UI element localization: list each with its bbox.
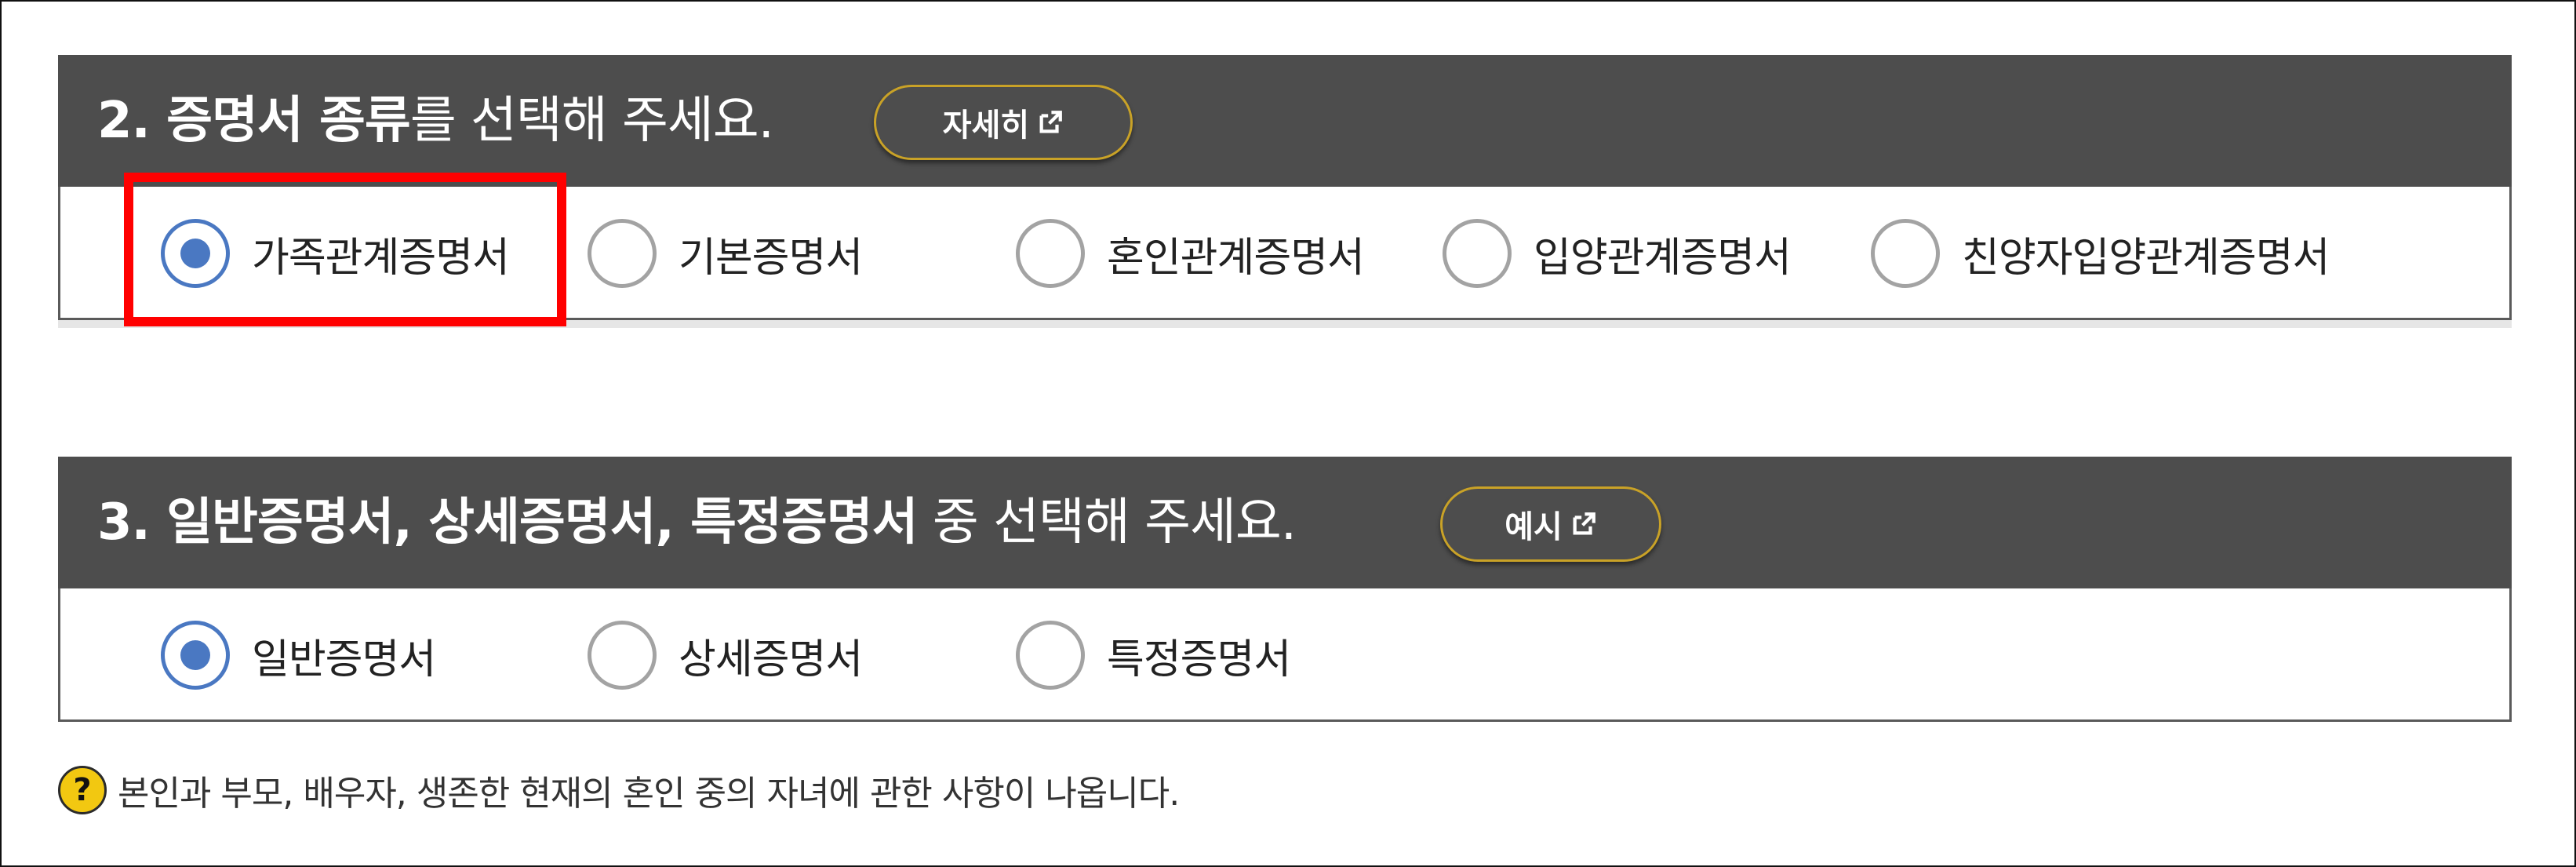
option-marriage-relation[interactable]: 혼인관계증명서 [1016,187,1365,320]
help-note-text: 본인과 부모, 배우자, 생존한 현재의 혼인 중의 자녀에 관한 사항이 나옵… [118,774,1180,814]
radio-detailed[interactable] [588,621,657,690]
help-note: ? 본인과 부모, 배우자, 생존한 현재의 혼인 중의 자녀에 관한 사항이 … [58,763,1180,818]
certificate-scope-section: 3. 일반증명서, 상세증명서, 특정증명서 중 선택해 주세요. 예시 일반증… [58,457,2512,723]
option-label: 혼인관계증명서 [1107,234,1365,282]
example-button-label: 예시 [1504,509,1563,545]
option-full-adoption-relation[interactable]: 친양자입양관계증명서 [1871,187,2330,320]
option-label: 상세증명서 [679,636,863,683]
certificate-type-title-normal: 를 선택해 주세요. [409,92,774,150]
certificate-scope-header: 3. 일반증명서, 상세증명서, 특정증명서 중 선택해 주세요. 예시 [58,457,2512,588]
external-link-icon [1039,111,1063,133]
radio-full-adoption-relation[interactable] [1871,219,1940,288]
option-detailed[interactable]: 상세증명서 [588,588,863,722]
option-specific[interactable]: 특정증명서 [1016,588,1291,722]
certificate-scope-title-normal: 중 선택해 주세요. [917,494,1297,552]
certificate-type-title: 2. 증명서 종류를 선택해 주세요. [97,55,774,187]
detail-button[interactable]: 자세히 [874,85,1133,160]
example-button[interactable]: 예시 [1440,486,1661,562]
external-link-icon [1573,512,1595,535]
radio-general[interactable] [161,621,230,690]
option-general[interactable]: 일반증명서 [161,588,436,722]
radio-marriage-relation[interactable] [1016,219,1085,288]
radio-adoption-relation[interactable] [1443,219,1512,288]
option-adoption-relation[interactable]: 입양관계증명서 [1443,187,1792,320]
certificate-scope-title-strong: 3. 일반증명서, 상세증명서, 특정증명서 [97,494,919,552]
option-label: 일반증명서 [252,636,436,683]
option-basic[interactable]: 기본증명서 [588,187,863,320]
option-label: 기본증명서 [679,234,863,282]
radio-specific[interactable] [1016,621,1085,690]
selection-highlight-box [124,173,566,326]
radio-basic[interactable] [588,219,657,288]
option-label: 친양자입양관계증명서 [1962,234,2330,282]
certificate-scope-title: 3. 일반증명서, 상세증명서, 특정증명서 중 선택해 주세요. [97,457,1297,588]
certificate-type-header: 2. 증명서 종류를 선택해 주세요. 자세히 [58,55,2512,187]
detail-button-label: 자세히 [942,107,1030,144]
certificate-type-title-strong: 2. 증명서 종류 [97,92,411,150]
certificate-scope-options: 일반증명서 상세증명서 특정증명서 [58,588,2512,722]
option-label: 입양관계증명서 [1534,234,1792,282]
question-icon: ? [58,766,107,814]
option-label: 특정증명서 [1107,636,1291,683]
